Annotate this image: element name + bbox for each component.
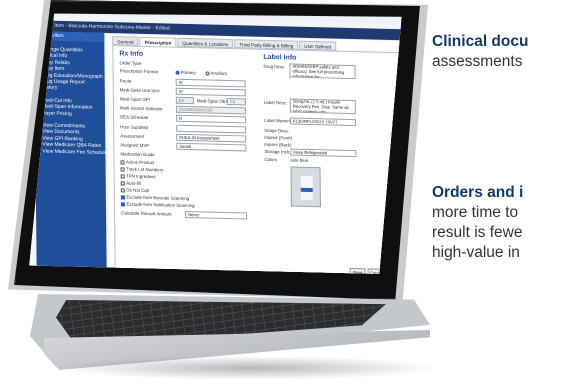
checkbox-icon bbox=[120, 181, 125, 186]
checkbox-checked-icon bbox=[120, 202, 125, 207]
colors-label: Colors bbox=[264, 156, 278, 163]
hour-supplied-field[interactable] bbox=[176, 124, 247, 134]
radio-selected-icon bbox=[175, 70, 180, 75]
storage-instr-select[interactable]: Keep Refrigerated bbox=[290, 148, 357, 158]
radio-primary[interactable]: Primary bbox=[175, 70, 196, 75]
main-content: General Prescription Quantities & Locati… bbox=[106, 34, 402, 274]
label-info-title: Label Info bbox=[263, 53, 297, 62]
drug-desc-label: Drug Desc. bbox=[263, 63, 286, 70]
shape-desc-label: Shape Desc. bbox=[264, 127, 290, 134]
medi-span-dea-field: C3 bbox=[226, 97, 246, 106]
order-type-label: Order Type bbox=[119, 60, 142, 66]
calculate-discard-select[interactable]: Never bbox=[185, 210, 248, 220]
label-warning-label: Label Warning bbox=[264, 117, 293, 124]
marketing-block-clinical: Clinical docu assessments bbox=[432, 32, 587, 72]
label-warning-field[interactable]: FCEVRFLOSOX 10V27 bbox=[290, 117, 357, 127]
checkbox-exclude-barcode[interactable]: Exclude from Barcode Scanning bbox=[120, 194, 189, 201]
medi-span-unit-label: Medi-Span Unit Size bbox=[119, 87, 160, 94]
assessment-select[interactable]: INSULIN Assessment bbox=[176, 133, 247, 143]
radio-empty-icon bbox=[205, 71, 210, 76]
sidebar-item-view-medicare-fee[interactable]: View Medicare Fee Schedule bbox=[35, 148, 105, 156]
checkbox-exclude-notification[interactable]: Exclude from Notification Scanning bbox=[120, 201, 195, 208]
medication-guide-label: Medication Guide bbox=[120, 151, 155, 158]
product-image bbox=[290, 166, 321, 208]
label-desc-field[interactable]: 50mg/mL (1.5 mL) Insulin Recovery Pen, D… bbox=[289, 98, 356, 115]
checkbox-icon bbox=[120, 174, 125, 179]
marketing-heading-clinical: Clinical docu bbox=[432, 33, 529, 50]
checkbox-icon bbox=[120, 188, 125, 193]
route-label: Route bbox=[119, 78, 132, 84]
assessment-label: Assessment bbox=[120, 133, 145, 139]
prescription-format-label: Prescription Format bbox=[119, 68, 158, 75]
checkbox-icon bbox=[120, 160, 125, 165]
medi-span-unit-field[interactable]: IV bbox=[175, 87, 246, 97]
marketing-line: high-value in bbox=[432, 244, 520, 261]
multi-source-label: Multi-Source Indicator bbox=[119, 105, 163, 112]
rx-info-title: Rx Info bbox=[119, 50, 144, 58]
hour-supplied-label: Hour Supplied bbox=[120, 124, 149, 131]
label-desc-label: Label Desc. bbox=[263, 99, 288, 106]
dea-schedule-label: DEA Schedule bbox=[120, 114, 149, 121]
checkbox-active-product[interactable]: Active Product bbox=[120, 159, 154, 165]
route-field[interactable]: IV bbox=[175, 78, 246, 88]
checkbox-track-lot[interactable]: Track Lot Numbers bbox=[120, 166, 163, 172]
calculate-discard-label: Calculate Discard Amount bbox=[121, 210, 172, 217]
imprint-back-label: Imprint (Back) bbox=[264, 141, 292, 148]
assigned-msp-label: Assigned MSP bbox=[120, 142, 150, 149]
dea-schedule-field[interactable]: N bbox=[176, 114, 247, 124]
medi-span-dea-label: Medi-Span DEA# bbox=[196, 98, 231, 105]
prescription-panel: Rx Info Order Type Prescription Format P… bbox=[112, 45, 402, 274]
checkbox-checked-icon bbox=[120, 195, 125, 200]
marketing-heading-orders: Orders and i bbox=[432, 184, 524, 201]
colors-value: sole blue bbox=[290, 157, 309, 163]
checkbox-do-not-call[interactable]: Do Not Call bbox=[120, 187, 149, 193]
drug-desc-field[interactable]: ADMIN/ASEP safety and efficacy. See full… bbox=[289, 63, 356, 80]
laptop-screen: Drug Item - Barcode-Harmonize-Subcons-Ma… bbox=[29, 13, 402, 274]
radio-ancillary[interactable]: Ancillary bbox=[205, 70, 227, 76]
app-window: Drug Item - Barcode-Harmonize-Subcons-Ma… bbox=[29, 14, 402, 274]
checkbox-auto-fill[interactable]: Auto-fill bbox=[120, 180, 141, 186]
checkbox-tpn[interactable]: TPN Ingredient bbox=[120, 173, 156, 179]
assigned-msp-select[interactable]: Sanofi bbox=[176, 142, 247, 152]
medi-span-gpi-label: Medi-Span GPI bbox=[119, 96, 150, 103]
marketing-line: assessments bbox=[432, 53, 523, 70]
medi-span-gpi-field: EA bbox=[175, 96, 194, 105]
checkbox-icon bbox=[120, 167, 125, 172]
multi-source-field: O2200040001020 bbox=[175, 105, 246, 115]
laptop-shadow bbox=[60, 356, 440, 380]
storage-instr-label: Storage Instr. bbox=[264, 148, 291, 155]
imprint-front-label: Imprint (Front) bbox=[264, 134, 293, 141]
marketing-line: more time to bbox=[432, 204, 519, 221]
marketing-line: result is fewe bbox=[432, 224, 523, 241]
laptop-illustration: Drug Item - Barcode-Harmonize-Subcons-Ma… bbox=[0, 0, 440, 389]
marketing-block-orders: Orders and i more time to result is fewe… bbox=[432, 183, 587, 263]
